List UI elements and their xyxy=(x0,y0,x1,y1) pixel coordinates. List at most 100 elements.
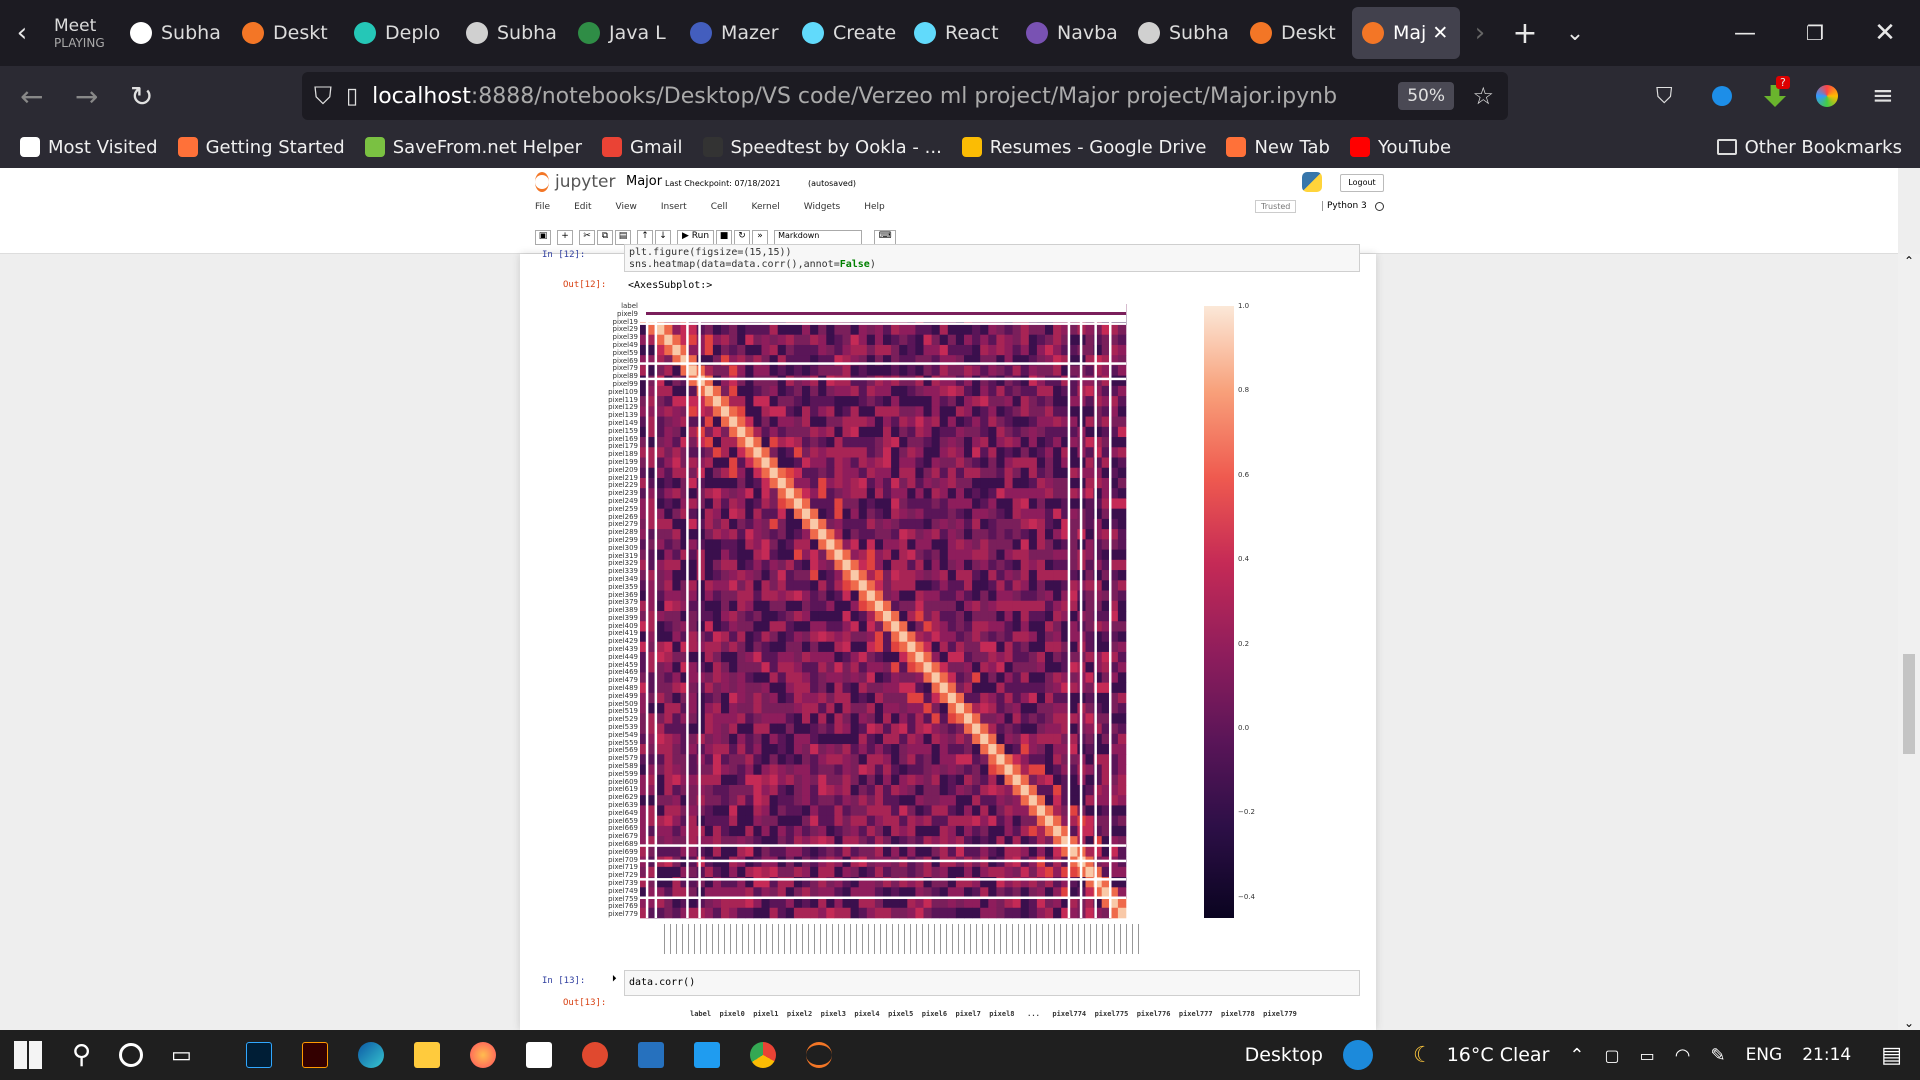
minimize-button[interactable]: — xyxy=(1710,21,1780,46)
menu-item-edit[interactable]: Edit xyxy=(574,202,591,212)
menu-item-file[interactable]: File xyxy=(535,202,550,212)
illustrator-icon[interactable] xyxy=(301,1042,328,1068)
stop-icon[interactable]: ■ xyxy=(716,230,733,245)
url-bar[interactable]: ⛉ ▯ localhost:8888/notebooks/Desktop/VS … xyxy=(302,72,1508,120)
tab-6[interactable]: Mazer xyxy=(680,7,792,59)
tab-7[interactable]: Create xyxy=(792,7,904,59)
close-tab-icon[interactable]: ✕ xyxy=(1432,22,1448,44)
menu-item-kernel[interactable]: Kernel xyxy=(752,202,780,212)
vpn-extension-icon[interactable] xyxy=(1712,86,1732,106)
desktop-toolbar[interactable]: Desktop xyxy=(1245,1044,1323,1066)
run-cell-icon[interactable]: ⏵ xyxy=(612,974,617,984)
scroll-up-icon[interactable]: ⌃ xyxy=(1898,254,1920,268)
cell-type-select[interactable]: Markdown xyxy=(774,230,863,245)
start-icon[interactable] xyxy=(14,1041,42,1069)
pen-icon[interactable]: ✎ xyxy=(1710,1045,1725,1066)
tab-scroll-left-icon[interactable]: ‹ xyxy=(0,18,44,48)
run-button[interactable]: ▶ Run xyxy=(677,230,715,245)
other-bookmarks[interactable]: Other Bookmarks xyxy=(1716,137,1902,158)
menu-item-view[interactable]: View xyxy=(616,202,637,212)
back-button[interactable]: ← xyxy=(20,80,43,113)
pocket-icon[interactable]: ⛉ xyxy=(1656,84,1673,109)
kernel-indicator[interactable]: Python 3 xyxy=(1322,201,1367,211)
tab-9[interactable]: Navba xyxy=(1016,7,1128,59)
tab-11[interactable]: Deskt xyxy=(1240,7,1352,59)
bookmark-1[interactable]: Getting Started xyxy=(177,137,345,158)
code-cell[interactable]: plt.figure(figsize=(15,15)) sns.heatmap(… xyxy=(624,244,1360,272)
meet-now-icon[interactable]: ▢ xyxy=(1605,1046,1620,1065)
search-icon[interactable]: ⚲ xyxy=(72,1040,91,1070)
fast-forward-icon[interactable]: » xyxy=(752,230,769,245)
shield-icon[interactable]: ⛉ xyxy=(314,82,332,110)
add-cell-icon[interactable]: + xyxy=(557,230,573,245)
menu-item-widgets[interactable]: Widgets xyxy=(804,202,840,212)
cut-icon[interactable]: ✂ xyxy=(579,230,595,245)
bookmark-5[interactable]: Resumes - Google Drive xyxy=(961,137,1206,158)
new-tab-button[interactable]: + xyxy=(1500,16,1550,51)
bookmark-7[interactable]: YouTube xyxy=(1349,137,1451,158)
jupyter-logo[interactable]: jupyter xyxy=(535,172,615,192)
battery-icon[interactable]: ▭ xyxy=(1640,1046,1655,1065)
tab-3[interactable]: Deplo xyxy=(344,7,456,59)
reload-button[interactable]: ↻ xyxy=(130,80,153,113)
scroll-thumb[interactable] xyxy=(1903,654,1915,754)
tab-scroll-right-icon[interactable]: › xyxy=(1460,18,1500,48)
scroll-down-icon[interactable]: ⌄ xyxy=(1898,1016,1920,1030)
powershell-icon[interactable] xyxy=(637,1042,664,1068)
notebook-name[interactable]: Major xyxy=(626,174,662,189)
bookmark-0[interactable]: Most Visited xyxy=(20,137,158,158)
chrome-icon[interactable] xyxy=(749,1042,776,1068)
tab-12[interactable]: Maj ✕ xyxy=(1352,7,1460,59)
move-down-icon[interactable]: ↓ xyxy=(655,230,671,245)
paste-icon[interactable]: ▤ xyxy=(615,230,631,245)
close-window-button[interactable]: ✕ xyxy=(1850,18,1920,48)
cortana-icon[interactable] xyxy=(119,1043,144,1067)
copy-icon[interactable]: ⧉ xyxy=(597,230,613,245)
keyboard-icon[interactable]: ⌨ xyxy=(874,230,897,245)
trusted-badge[interactable]: Trusted xyxy=(1255,200,1297,213)
menu-item-insert[interactable]: Insert xyxy=(661,202,687,212)
photoshop-icon[interactable] xyxy=(245,1042,272,1068)
app-icon[interactable] xyxy=(581,1042,608,1068)
menu-item-help[interactable]: Help xyxy=(864,202,885,212)
weather-text[interactable]: 16°C Clear xyxy=(1447,1044,1550,1066)
file-explorer-icon[interactable] xyxy=(413,1042,440,1068)
wifi-icon[interactable]: ◠ xyxy=(1675,1045,1691,1066)
tab-8[interactable]: React xyxy=(904,7,1016,59)
page-scrollbar[interactable]: ⌃ ⌄ xyxy=(1898,254,1920,1030)
firefox-icon[interactable] xyxy=(469,1042,496,1068)
tab-0[interactable]: Meet PLAYING xyxy=(44,7,120,59)
clock[interactable]: 21:14 xyxy=(1802,1045,1851,1065)
code-cell[interactable]: data.corr() xyxy=(624,970,1360,996)
bookmark-6[interactable]: New Tab xyxy=(1226,137,1330,158)
menu-item-cell[interactable]: Cell xyxy=(711,202,728,212)
tab-1[interactable]: Subha xyxy=(120,7,232,59)
bookmark-3[interactable]: Gmail xyxy=(602,137,683,158)
store-icon[interactable] xyxy=(525,1042,552,1068)
edge-icon[interactable] xyxy=(357,1042,384,1068)
notifications-icon[interactable]: ▤ xyxy=(1881,1043,1902,1068)
save-icon[interactable]: ▣ xyxy=(535,230,551,245)
bookmark-star-icon[interactable]: ☆ xyxy=(1472,82,1494,110)
restart-icon[interactable]: ↻ xyxy=(734,230,751,245)
move-up-icon[interactable]: ↑ xyxy=(637,230,653,245)
restore-button[interactable]: ❐ xyxy=(1780,21,1850,45)
tab-list-chevron-down-icon[interactable]: ⌄ xyxy=(1550,21,1600,46)
tab-10[interactable]: Subha xyxy=(1128,7,1240,59)
jupyter-taskbar-icon[interactable] xyxy=(805,1042,832,1068)
tab-5[interactable]: Java L xyxy=(568,7,680,59)
vscode-icon[interactable] xyxy=(693,1042,720,1068)
help-icon[interactable] xyxy=(1342,1040,1373,1070)
chevron-up-icon[interactable]: ⌃ xyxy=(1569,1045,1584,1066)
task-view-icon[interactable]: ▭ xyxy=(171,1043,192,1068)
tab-2[interactable]: Deskt xyxy=(232,7,344,59)
bookmark-4[interactable]: Speedtest by Ookla - ... xyxy=(702,137,942,158)
colorful-extension-icon[interactable] xyxy=(1816,85,1838,107)
forward-button[interactable]: → xyxy=(75,80,98,113)
zoom-badge[interactable]: 50% xyxy=(1398,82,1454,110)
bookmark-2[interactable]: SaveFrom.net Helper xyxy=(364,137,582,158)
language-indicator[interactable]: ENG xyxy=(1746,1045,1783,1065)
tab-4[interactable]: Subha xyxy=(456,7,568,59)
menu-icon[interactable]: ≡ xyxy=(1872,81,1894,111)
logout-button[interactable]: Logout xyxy=(1340,174,1384,192)
